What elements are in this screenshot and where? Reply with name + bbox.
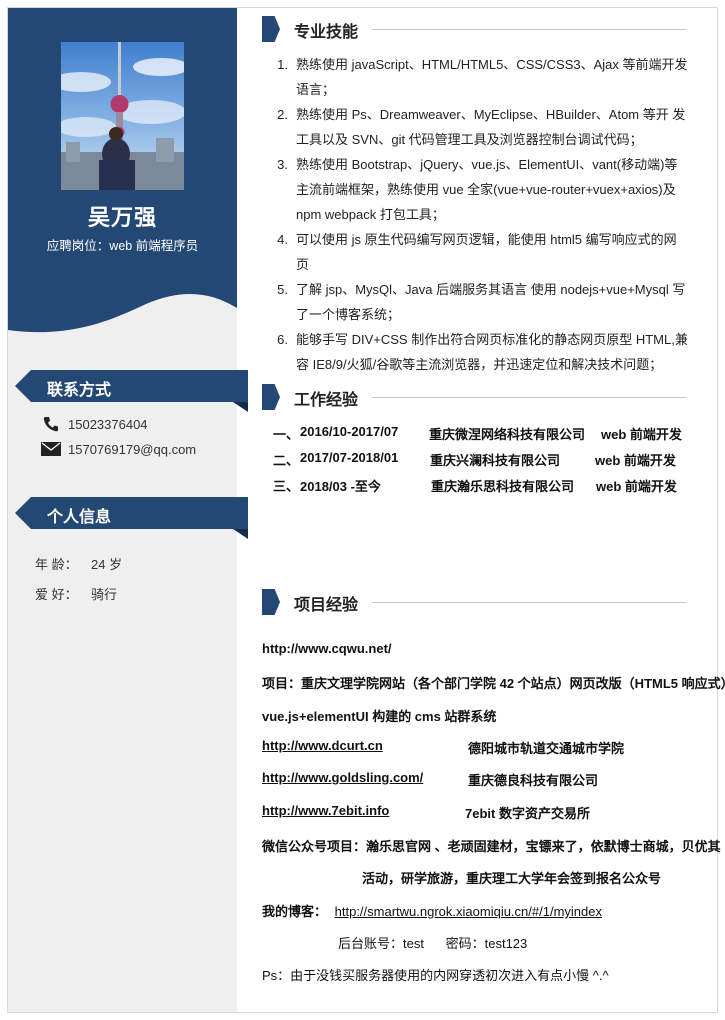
resume-page: 吴万强 应聘岗位：web 前端程序员 联系方式 15023376404 1570… [0, 0, 725, 1020]
skills-title: 专业技能 [294, 24, 359, 41]
section-marker [262, 384, 280, 410]
section-rule [372, 602, 686, 603]
envelope-icon [40, 441, 62, 457]
work-role: web 前端开发 [596, 479, 677, 494]
skills-section-header: 专业技能 [262, 14, 686, 46]
project-tech-note: vue.js+elementUI 构建的 cms 站群系统 [262, 709, 497, 724]
work-title: 工作经验 [294, 392, 359, 409]
list-item: 4. 可以使用 js 原生代码编写网页逻辑，能使用 html5 编写响应式的网页 [270, 227, 688, 277]
info-row-hobby: 爱 好： 骑行 [35, 584, 117, 603]
wechat-projects-line1: 微信公众号项目：瀚乐思官网 、老顽固建材，宝镖来了，依默博士商城，贝优其 [262, 839, 721, 854]
candidate-name: 吴万强 [87, 205, 157, 230]
item-text: 能够手写 DIV+CSS 制作出符合网页标准化的静态网页原型 HTML,兼容 I… [296, 332, 688, 372]
item-number: 6. [277, 332, 288, 347]
item-number: 4. [277, 232, 288, 247]
profile-photo [61, 42, 184, 190]
list-item: 3. 熟练使用 Bootstrap、jQuery、vue.js、ElementUI… [270, 152, 688, 227]
info-value: 骑行 [91, 587, 118, 602]
project-link-desc: 德阳城市轨道交通城市学院 [468, 741, 625, 756]
work-role: web 前端开发 [595, 453, 676, 468]
section-marker [262, 589, 280, 615]
list-item: 6. 能够手写 DIV+CSS 制作出符合网页标准化的静态网页原型 HTML,兼容… [270, 327, 688, 377]
section-rule [372, 29, 686, 30]
info-value: 24 岁 [91, 557, 123, 572]
project-link-desc: 重庆德良科技有限公司 [468, 773, 599, 788]
item-text: 熟练使用 Ps、Dreamweaver、MyEclipse、HBuilder、A… [296, 107, 686, 147]
blog-label: 我的博客： [262, 904, 328, 919]
ps-note: Ps：由于没钱买服务器使用的内网穿透初次进入有点小慢 ^.^ [262, 968, 609, 983]
item-text: 熟练使用 javaScript、HTML/HTML5、CSS/CSS3、Ajax… [296, 57, 688, 97]
work-company: 重庆瀚乐思科技有限公司 [431, 479, 575, 494]
section-marker [262, 16, 280, 42]
list-item: 2. 熟练使用 Ps、Dreamweaver、MyEclipse、HBuilder… [270, 102, 688, 152]
item-text: 可以使用 js 原生代码编写网页逻辑，能使用 html5 编写响应式的网页 [296, 232, 677, 272]
contact-title: 联系方式 [47, 382, 112, 399]
admin-account: 后台账号：test 密码：test123 [338, 936, 528, 951]
info-key: 年 龄： [35, 557, 78, 572]
applied-position: 应聘岗位：web 前端程序员 [46, 239, 199, 253]
blog-line: 我的博客： http://smartwu.ngrok.xiaomiqiu.cn/… [262, 901, 602, 920]
blog-link[interactable]: http://smartwu.ngrok.xiaomiqiu.cn/#/1/my… [335, 904, 602, 919]
item-number: 5. [277, 282, 288, 297]
project-link-desc: 7ebit 数字资产交易所 [465, 806, 590, 821]
work-index: 二、 [273, 453, 300, 468]
list-item: 5. 了解 jsp、MysQl、Java 后端服务其语言 使用 nodejs+vu… [270, 277, 688, 327]
list-item: 1. 熟练使用 javaScript、HTML/HTML5、CSS/CSS3、Aj… [270, 52, 688, 102]
personal-title: 个人信息 [47, 509, 112, 526]
projects-section-header: 项目经验 [262, 587, 686, 619]
work-index: 三、 [273, 479, 300, 494]
section-rule [372, 397, 686, 398]
phone-icon [40, 416, 62, 432]
work-period: 2016/10-2017/07 [300, 424, 399, 439]
project-description: 项目：重庆文理学院网站（各个部门学院 42 个站点）网页改版（HTML5 响应式… [262, 676, 725, 691]
item-text: 了解 jsp、MysQl、Java 后端服务其语言 使用 nodejs+vue+… [296, 282, 686, 322]
project-site-link[interactable]: http://www.cqwu.net/ [262, 641, 392, 656]
project-link[interactable]: http://www.dcurt.cn [262, 738, 383, 753]
work-company: 重庆微涅网络科技有限公司 [429, 427, 586, 442]
item-text: 熟练使用 Bootstrap、jQuery、vue.js、ElementUI、v… [296, 157, 678, 222]
item-number: 1. [277, 57, 288, 72]
info-row-age: 年 龄： 24 岁 [35, 554, 122, 573]
contact-phone: 15023376404 [40, 416, 148, 432]
skills-list: 1. 熟练使用 javaScript、HTML/HTML5、CSS/CSS3、Aj… [270, 52, 688, 377]
work-index: 一、 [273, 427, 300, 442]
personal-section-header: 个人信息 [15, 497, 248, 539]
project-link[interactable]: http://www.goldsling.com/ [262, 770, 423, 785]
phone-number: 15023376404 [68, 416, 148, 432]
item-number: 2. [277, 107, 288, 122]
project-link[interactable]: http://www.7ebit.info [262, 803, 389, 818]
wechat-projects-line2: 活动，研学旅游，重庆理工大学年会签到报名公众号 [362, 871, 662, 886]
projects-title: 项目经验 [294, 597, 359, 614]
work-section-header: 工作经验 [262, 382, 686, 414]
work-row: 三、 2018/03 -至今 重庆瀚乐思科技有限公司 web 前端开发 [270, 476, 677, 566]
ribbon-fold [233, 529, 248, 539]
work-period: 2017/07-2018/01 [300, 450, 399, 465]
work-company: 重庆兴澜科技有限公司 [430, 453, 561, 468]
info-key: 爱 好： [35, 587, 78, 602]
email-address: 1570769179@qq.com [68, 441, 197, 457]
item-number: 3. [277, 157, 288, 172]
work-role: web 前端开发 [601, 427, 682, 442]
contact-section-header: 联系方式 [15, 370, 248, 412]
ribbon-fold [233, 402, 248, 412]
work-period: 2018/03 -至今 [300, 479, 381, 494]
contact-email: 1570769179@qq.com [40, 441, 196, 457]
